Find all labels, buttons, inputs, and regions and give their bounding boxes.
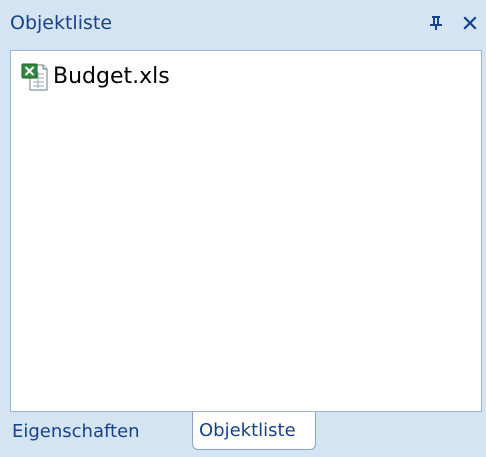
close-button[interactable]: [458, 10, 482, 36]
panel-titlebar: Objektliste: [0, 0, 486, 50]
panel-title: Objektliste: [10, 12, 113, 34]
close-icon: [463, 16, 477, 30]
excel-file-icon: [21, 63, 48, 91]
tab-objektliste[interactable]: Objektliste: [192, 412, 316, 450]
object-list-panel: Objektliste Budget.xls Eigenschaften Obj…: [0, 0, 486, 457]
tab-bar: Eigenschaften Objektliste: [0, 412, 486, 457]
pin-button[interactable]: [424, 10, 448, 36]
tab-label: Eigenschaften: [12, 420, 140, 442]
list-item-label: Budget.xls: [53, 64, 170, 89]
tab-label: Objektliste: [199, 420, 296, 441]
object-list-content: Budget.xls: [10, 50, 482, 412]
tab-eigenschaften[interactable]: Eigenschaften: [2, 412, 182, 450]
pin-icon: [430, 16, 442, 30]
list-item-budget-xls[interactable]: Budget.xls: [21, 60, 170, 94]
